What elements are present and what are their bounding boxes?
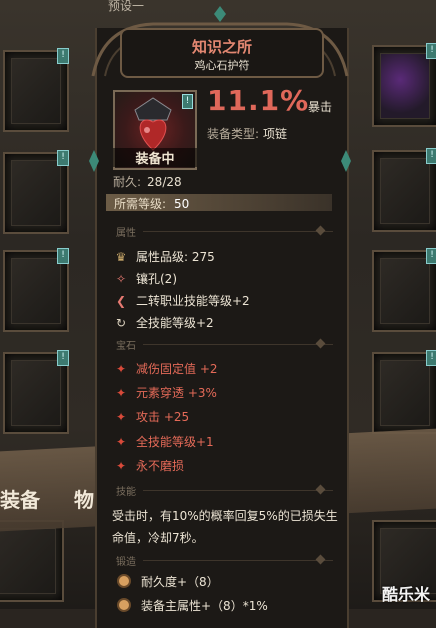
gem-row: ✦ 元素穿透 +3% (112, 384, 217, 400)
attribute-row: ↻ 全技能等级+2 (112, 314, 214, 330)
gem-row: ✦ 全技能等级+1 (112, 433, 214, 449)
inventory-slot[interactable]: ! (3, 248, 69, 332)
inventory-slot[interactable]: ! (3, 48, 69, 132)
red-star-icon: ✦ (115, 459, 127, 473)
inventory-slot[interactable]: ! (372, 248, 436, 332)
inventory-slot[interactable]: ! (3, 350, 69, 434)
item-subtitle: 鸡心石护符 (194, 59, 250, 72)
skill-description: 受击时，有10%的概率回复5%的已损失生命值，冷却7秒。 (112, 509, 338, 545)
socket-icon: ✧ (115, 272, 127, 286)
forge-row: 耐久度+（8） (117, 573, 219, 590)
required-level-bar: 所需等级: 50 (106, 194, 332, 211)
equip-type: 装备类型: 项链 (207, 127, 288, 141)
arrow-icon: ❮ (115, 294, 127, 308)
item-title: 知识之所 (191, 38, 252, 56)
section-header-attributes: 属性 (103, 224, 343, 239)
section-header-forge: 锻造 (103, 553, 343, 568)
durability: 耐久: 28/28 (113, 175, 182, 189)
attribute-row: ❮ 二转职业技能等级+2 (112, 292, 250, 308)
watermark: 酷乐米 (381, 585, 430, 604)
attribute-row: ♛ 属性品级: 275 (112, 248, 215, 264)
cycle-icon: ↻ (115, 316, 127, 330)
main-stat-label: 暴击 (308, 100, 333, 114)
red-star-icon: ✦ (115, 410, 127, 424)
forge-dot-icon (117, 574, 131, 588)
main-stat-value: 11.1% (207, 84, 310, 117)
gem-row: ✦ 永不磨损 (112, 457, 184, 473)
section-header-skills: 技能 (103, 483, 343, 498)
crown-icon: ♛ (115, 250, 127, 264)
attribute-row: ✧ 镶孔(2) (112, 270, 177, 286)
gem-row: ✦ 攻击 +25 (112, 408, 189, 424)
inventory-slot[interactable] (0, 520, 64, 602)
forge-row: 装备主属性+（8）*1% (117, 597, 268, 614)
section-header-gems: 宝石 (103, 337, 343, 352)
red-star-icon: ✦ (115, 386, 127, 400)
inventory-slot[interactable]: ! (372, 350, 436, 434)
red-star-icon: ✦ (115, 362, 127, 376)
title-box: 知识之所 鸡心石护符 (120, 28, 324, 78)
gem-row: ✦ 减伤固定值 +2 (112, 360, 218, 376)
inventory-slot[interactable]: ! (372, 43, 436, 127)
inventory-slot[interactable]: ! (3, 150, 69, 234)
tab-equipment[interactable]: 装备 (0, 484, 40, 513)
red-star-icon: ✦ (115, 435, 127, 449)
equipped-badge: 装备中 (113, 148, 197, 167)
forge-dot-icon (117, 598, 131, 612)
inventory-slot[interactable]: ! (372, 148, 436, 232)
